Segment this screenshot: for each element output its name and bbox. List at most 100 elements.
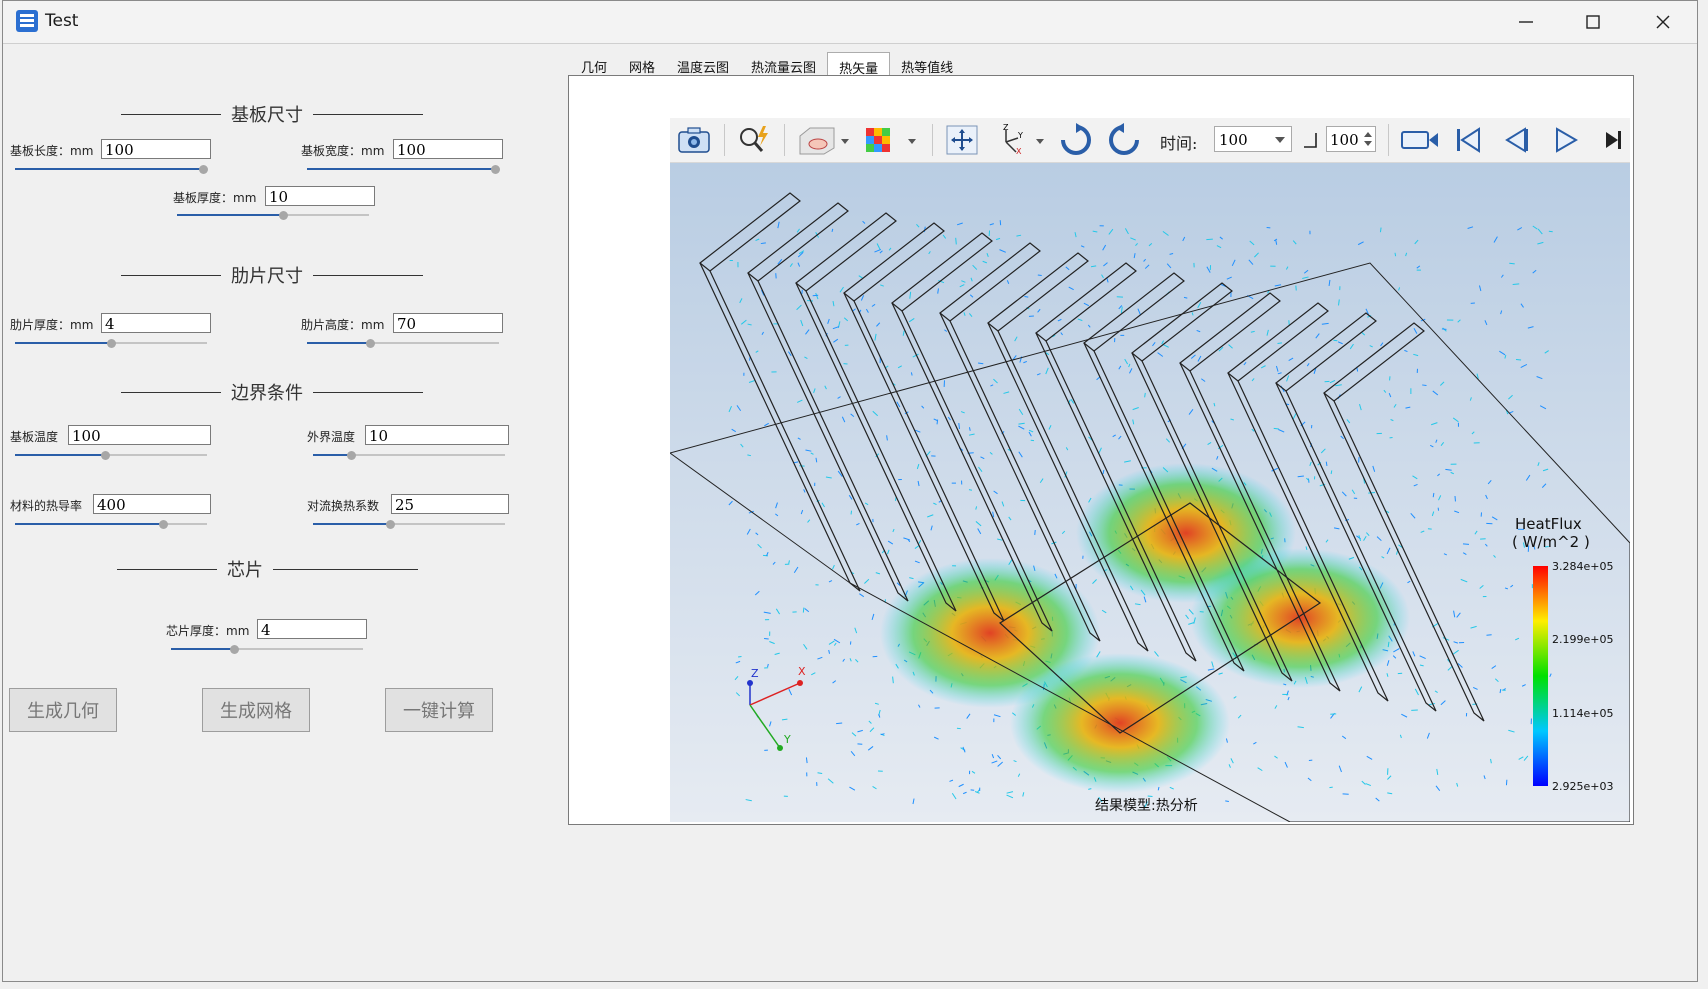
prev-frame-button[interactable] [1496,122,1536,158]
time-label: 时间: [1160,134,1198,153]
vector-arrow [1330,470,1333,475]
axis-z-label: Z [751,667,759,680]
fit-view-button[interactable] [942,122,982,158]
vector-arrow [1499,688,1502,694]
play-button[interactable] [1546,122,1586,158]
substrate-thickness-label: 基板厚度：mm [173,191,257,205]
fin-height-input[interactable]: 70 [393,313,503,333]
vector-arrow [767,663,769,668]
prev-frame-icon [1505,127,1528,153]
substrate-thickness-input[interactable]: 10 [265,186,375,206]
vector-arrow [817,772,823,774]
viewer-toolbar: Z Y X 时间: 100 100 [670,118,1630,163]
colormap-button[interactable] [860,122,924,158]
section-title: 芯片 [227,560,263,581]
vector-arrow [1422,384,1427,386]
vector-arrow [1515,358,1522,361]
render-canvas[interactable]: Z X Y HeatFlux ( W/m^2 ) 3.284e+05 2.199… [670,163,1630,822]
substrate-temp-label: 基板温度 [10,430,59,444]
substrate-width-input[interactable]: 100 [393,139,503,159]
chip-thickness-input[interactable]: 4 [257,619,367,639]
substrate-temp-input[interactable]: 100 [68,425,211,445]
vector-arrow [1394,252,1397,257]
vector-arrow [805,757,808,764]
substrate-thickness-slider[interactable] [177,211,369,220]
conductivity-slider[interactable] [15,520,207,529]
frame-spinbox[interactable]: 100 [1326,126,1376,152]
parameter-panel: 基板尺寸 基板长度：mm 100 基板宽度：mm 100 基板厚度：mm 10 … [3,43,553,943]
ambient-temp-label: 外界温度 [307,430,356,444]
substrate-temp-slider[interactable] [15,451,207,460]
conductivity-label: 材料的热导率 [10,499,83,513]
color-bar [1533,566,1548,786]
fin-thickness-input[interactable]: 4 [101,313,211,333]
ambient-temp-slider[interactable] [313,451,505,460]
convection-slider[interactable] [313,520,505,529]
compute-button[interactable]: 一键计算 [385,688,493,732]
tab-heat-vector[interactable]: 热矢量 [827,52,891,77]
tab-temperature[interactable]: 温度云图 [666,52,740,76]
maximize-button[interactable] [1558,1,1628,43]
generate-geometry-button[interactable]: 生成几何 [9,688,117,732]
legend-title: HeatFlux [1515,515,1582,533]
colormap-icon [866,128,916,152]
fin-height-slider[interactable] [307,339,499,348]
substrate-length-label: 基板长度：mm [10,144,94,158]
zoom-icon [740,126,768,152]
record-button[interactable] [1398,122,1442,158]
legend-unit: ( W/m^2 ) [1512,533,1590,551]
section-boundary: 边界条件 [121,379,423,405]
close-button[interactable] [1628,1,1698,43]
vector-arrow [1024,296,1029,298]
first-frame-button[interactable] [1448,122,1488,158]
substrate-width-slider[interactable] [307,165,501,174]
tab-mesh[interactable]: 网格 [618,52,666,76]
rotate-ccw-icon [1109,123,1139,155]
rotate-cw-icon [1061,123,1091,155]
zoom-button[interactable] [734,122,774,158]
last-frame-button[interactable] [1600,122,1628,158]
legend-tick-max: 3.284e+05 [1552,560,1614,573]
play-icon [1556,127,1578,153]
vector-arrow [958,423,960,430]
vector-arrow [977,362,984,365]
substrate-length-input[interactable]: 100 [101,139,211,159]
tab-isotherm[interactable]: 热等值线 [890,52,964,76]
section-fin: 肋片尺寸 [121,262,423,288]
ambient-temp-input[interactable]: 10 [365,425,509,445]
vector-arrow [1509,262,1515,265]
vector-arrow [1462,543,1470,545]
svg-text:Y: Y [1017,131,1023,140]
tab-geometry[interactable]: 几何 [570,52,618,76]
axes-button[interactable]: Z Y X [990,122,1050,158]
substrate-length-slider[interactable] [15,165,209,174]
vector-arrow [1548,230,1553,233]
rotate-cw-button[interactable] [1054,122,1098,158]
vector-arrow [1379,227,1382,233]
heat-vector-plot: Z X Y [670,163,1630,822]
surface-mode-button[interactable] [794,122,854,158]
vector-arrow [1325,461,1328,467]
tab-heat-flux[interactable]: 热流量云图 [740,52,827,76]
surface-icon [799,127,849,155]
vector-arrow [892,676,894,684]
model-caption: 结果模型:热分析 [1095,798,1198,814]
screenshot-button[interactable] [674,122,714,158]
conductivity-input[interactable]: 400 [93,494,211,514]
checkbox-icon[interactable] [1302,131,1318,149]
generate-mesh-button[interactable]: 生成网格 [202,688,310,732]
minimize-button[interactable] [1491,1,1561,43]
spin-arrows-icon[interactable] [1364,131,1372,147]
vector-arrow [1225,800,1229,803]
rotate-ccw-button[interactable] [1102,122,1146,158]
vector-arrow [764,637,769,640]
vector-arrow [760,242,766,245]
result-tabs: 几何 网格 温度云图 热流量云图 热矢量 热等值线 [570,52,964,77]
section-title: 基板尺寸 [231,105,303,126]
substrate-width-label: 基板宽度：mm [301,144,385,158]
chip-thickness-slider[interactable] [171,645,363,654]
section-title: 肋片尺寸 [231,266,303,287]
time-combo[interactable]: 100 [1214,126,1292,152]
convection-input[interactable]: 25 [391,494,509,514]
fin-thickness-slider[interactable] [15,339,207,348]
